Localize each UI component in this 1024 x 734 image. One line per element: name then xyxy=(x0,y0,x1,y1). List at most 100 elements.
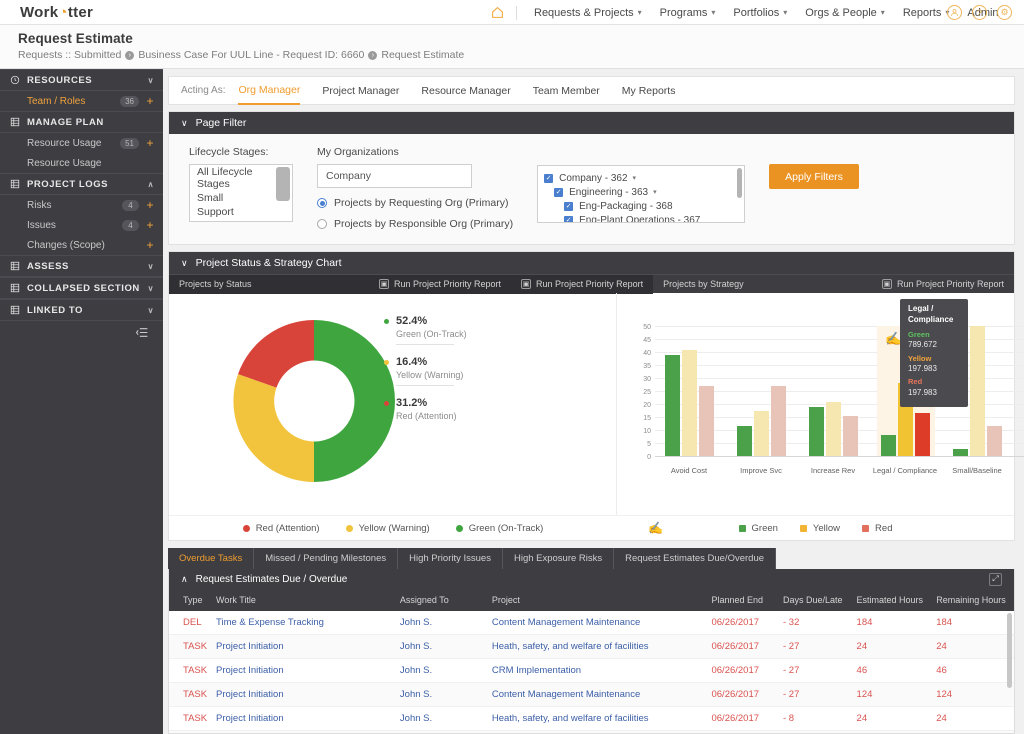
cell-assigned-to[interactable]: John S. xyxy=(396,635,488,659)
radio-requesting-org[interactable]: Projects by Requesting Org (Primary) xyxy=(317,197,513,209)
cell-work-title[interactable]: Project Initiation xyxy=(212,635,396,659)
nav-item-requests-projects[interactable]: Requests & Projects▾ xyxy=(525,0,651,25)
checkbox-checked-icon[interactable]: ✓ xyxy=(554,188,563,197)
chevron-down-icon[interactable]: ▾ xyxy=(633,174,637,182)
add-icon[interactable]: + xyxy=(146,94,154,108)
nav-item-programs[interactable]: Programs▾ xyxy=(651,0,725,25)
organization-input[interactable]: Company xyxy=(317,164,472,188)
col-remaining-hours[interactable]: Remaining Hours xyxy=(932,589,1014,611)
add-icon[interactable]: + xyxy=(146,238,154,252)
run-project-priority-report-1[interactable]: ▣ Run Project Priority Report xyxy=(369,275,511,294)
cell-work-title[interactable]: Project Initiation xyxy=(212,659,396,683)
home-icon[interactable] xyxy=(486,2,508,24)
add-icon[interactable]: + xyxy=(146,136,154,150)
cell-work-title[interactable]: Project Initiation xyxy=(212,731,396,734)
col-work-title[interactable]: Work Title xyxy=(212,589,396,611)
table-row[interactable]: TASK Project Initiation John S. Content … xyxy=(169,683,1014,707)
table-panel-header[interactable]: ∧ Request Estimates Due / Overdue ⤢ xyxy=(169,569,1014,589)
tree-node-engineering[interactable]: ✓ Engineering - 363 ▾ xyxy=(538,185,744,199)
acting-tab-resource-manager[interactable]: Resource Manager xyxy=(421,76,510,105)
sidebar-section-resources[interactable]: RESOURCES ∨ xyxy=(0,69,163,91)
col-planned-end[interactable]: Planned End xyxy=(707,589,779,611)
cell-assigned-to[interactable]: John S. xyxy=(396,611,488,635)
tab-high-priority-issues[interactable]: High Priority Issues xyxy=(398,548,503,569)
cell-assigned-to[interactable]: John S. xyxy=(396,707,488,731)
acting-tab-project-manager[interactable]: Project Manager xyxy=(322,76,399,105)
col-days-due-late[interactable]: Days Due/Late xyxy=(779,589,853,611)
cell-assigned-to[interactable]: John S. xyxy=(396,683,488,707)
legend-green-ontrack[interactable]: Green (On-Track) xyxy=(456,523,544,534)
run-project-priority-report-2[interactable]: ▣ Run Project Priority Report xyxy=(511,275,653,294)
expand-icon[interactable]: ⤢ xyxy=(989,573,1002,586)
cell-project[interactable]: Heath, safety, and welfare of facilities xyxy=(488,707,708,731)
cell-project[interactable]: Heath, safety, and welfare of facilities xyxy=(488,635,708,659)
run-project-priority-report-3[interactable]: ▣ Run Project Priority Report xyxy=(872,275,1014,294)
legend-bar-green[interactable]: Green xyxy=(739,523,778,534)
cell-project[interactable]: CRM Implementation xyxy=(488,731,708,734)
table-row[interactable]: TASK Project Initiation John S. Heath, s… xyxy=(169,707,1014,731)
lifecycle-option-active[interactable]: Active xyxy=(190,219,292,222)
breadcrumb-part-1[interactable]: Requests :: Submitted xyxy=(18,49,121,61)
checkbox-checked-icon[interactable]: ✓ xyxy=(564,202,573,211)
tree-node-eng-plant-operations[interactable]: ✓ Eng-Plant Operations - 367 xyxy=(538,213,744,223)
cell-work-title[interactable]: Project Initiation xyxy=(212,707,396,731)
breadcrumb-part-2[interactable]: Business Case For UUL Line - Request ID:… xyxy=(138,49,364,61)
settings-gear-icon[interactable]: ⚙ xyxy=(997,5,1012,20)
chevron-down-icon[interactable]: ▾ xyxy=(653,188,657,196)
tab-request-estimates-due-overdue[interactable]: Request Estimates Due/Overdue xyxy=(614,548,776,569)
table-scrollbar[interactable] xyxy=(1007,613,1012,688)
sidebar-item-risks[interactable]: Risks 4 + xyxy=(0,195,163,215)
table-row[interactable]: TASK Project Initiation Elisabeth T. CRM… xyxy=(169,731,1014,734)
tab-high-exposure-risks[interactable]: High Exposure Risks xyxy=(503,548,614,569)
table-row[interactable]: DEL Time & Expense Tracking John S. Cont… xyxy=(169,611,1014,635)
tree-node-eng-packaging[interactable]: ✓ Eng-Packaging - 368 xyxy=(538,199,744,213)
cell-project[interactable]: Content Management Maintenance xyxy=(488,611,708,635)
cell-assigned-to[interactable]: John S. xyxy=(396,659,488,683)
cell-project[interactable]: CRM Implementation xyxy=(488,659,708,683)
table-row[interactable]: TASK Project Initiation John S. Heath, s… xyxy=(169,635,1014,659)
sidebar-item-issues[interactable]: Issues 4 + xyxy=(0,215,163,235)
nav-item-portfolios[interactable]: Portfolios▾ xyxy=(724,0,796,25)
apply-filters-button[interactable]: Apply Filters xyxy=(769,164,859,189)
chart-panel-header[interactable]: ∨ Project Status & Strategy Chart xyxy=(169,252,1014,274)
cell-project[interactable]: Content Management Maintenance xyxy=(488,683,708,707)
user-account-icon[interactable] xyxy=(947,5,962,20)
nav-item-orgs-people[interactable]: Orgs & People▾ xyxy=(796,0,894,25)
lifecycle-option-support[interactable]: Support xyxy=(190,205,292,219)
help-icon[interactable]: ? xyxy=(972,5,987,20)
col-assigned-to[interactable]: Assigned To xyxy=(396,589,488,611)
tree-node-company[interactable]: ✓ Company - 362 ▾ xyxy=(538,171,744,185)
legend-bar-yellow[interactable]: Yellow xyxy=(800,523,840,534)
sidebar-section-collapsed-section[interactable]: COLLAPSED SECTION ∨ xyxy=(0,277,163,299)
breadcrumb-part-3[interactable]: Request Estimate xyxy=(381,49,464,61)
cell-work-title[interactable]: Project Initiation xyxy=(212,683,396,707)
sidebar-section-manage-plan[interactable]: MANAGE PLAN xyxy=(0,111,163,133)
radio-responsible-org[interactable]: Projects by Responsible Org (Primary) xyxy=(317,218,513,230)
sidebar-item-team-roles[interactable]: Team / Roles 36 + xyxy=(0,91,163,111)
acting-tab-org-manager[interactable]: Org Manager xyxy=(238,76,300,105)
legend-red-attention[interactable]: Red (Attention) xyxy=(243,523,320,534)
sidebar-item-resource-usage-1[interactable]: Resource Usage 51 + xyxy=(0,133,163,153)
lifecycle-scrollbar[interactable] xyxy=(276,167,290,201)
col-project[interactable]: Project xyxy=(488,589,708,611)
add-icon[interactable]: + xyxy=(146,218,154,232)
checkbox-checked-icon[interactable]: ✓ xyxy=(544,174,553,183)
sidebar-item-resource-usage-2[interactable]: Resource Usage xyxy=(0,153,163,173)
col-type[interactable]: Type xyxy=(169,589,212,611)
sidebar-section-assess[interactable]: ASSESS ∨ xyxy=(0,255,163,277)
tab-overdue-tasks[interactable]: Overdue Tasks xyxy=(168,548,254,569)
table-row[interactable]: TASK Project Initiation John S. CRM Impl… xyxy=(169,659,1014,683)
donut-chart-svg[interactable] xyxy=(224,311,404,491)
lifecycle-stages-listbox[interactable]: All Lifecycle Stages Small Support Activ… xyxy=(189,164,293,222)
sidebar-item-changes-scope[interactable]: Changes (Scope) + xyxy=(0,235,163,255)
cell-work-title[interactable]: Time & Expense Tracking xyxy=(212,611,396,635)
collapse-panel-icon[interactable] xyxy=(136,327,149,341)
add-icon[interactable]: + xyxy=(146,198,154,212)
app-logo[interactable]: Work◔tter xyxy=(20,4,93,21)
sidebar-section-project-logs[interactable]: PROJECT LOGS ∧ xyxy=(0,173,163,195)
acting-tab-my-reports[interactable]: My Reports xyxy=(622,76,676,105)
tab-missed-pending-milestones[interactable]: Missed / Pending Milestones xyxy=(254,548,398,569)
sidebar-section-linked-to[interactable]: LINKED TO ∨ xyxy=(0,299,163,321)
legend-bar-red[interactable]: Red xyxy=(862,523,892,534)
tree-scrollbar[interactable] xyxy=(737,168,742,198)
